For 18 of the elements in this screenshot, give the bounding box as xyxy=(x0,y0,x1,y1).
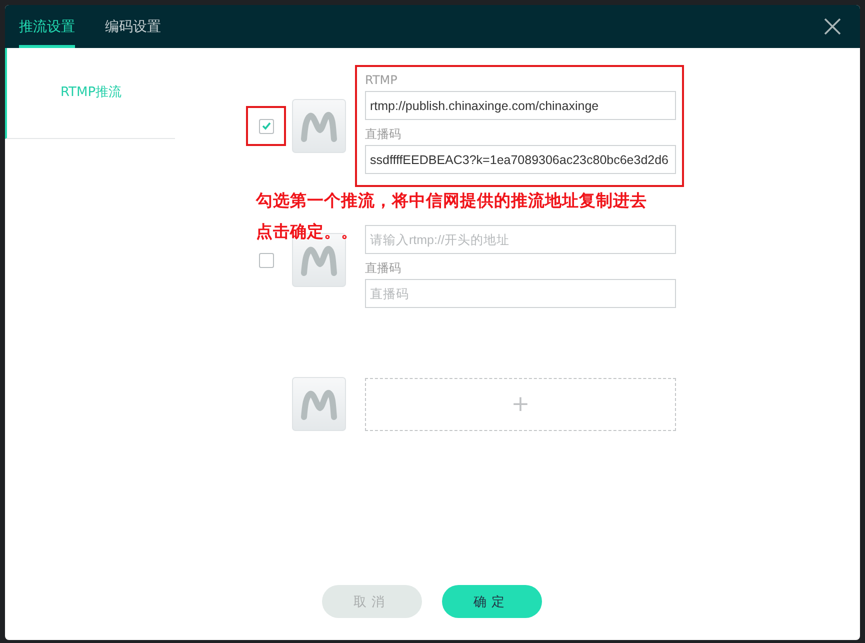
rtmp-url-field[interactable]: 请输入rtmp://开头的地址 xyxy=(365,225,676,254)
checkbox[interactable] xyxy=(258,118,274,134)
checkbox[interactable] xyxy=(258,252,274,268)
field-label: 直播码 xyxy=(365,126,402,143)
close-icon[interactable] xyxy=(823,17,842,36)
confirm-button[interactable]: 确定 xyxy=(442,585,542,618)
stream-key-field[interactable]: ssdffffEEDBEAC3?k=1ea7089306ac23c80bc6e3d2d6 xyxy=(365,145,676,174)
m-logo-icon xyxy=(292,99,346,153)
field-label: RTMP xyxy=(365,72,398,89)
check-icon xyxy=(262,122,270,130)
stream-key-field[interactable]: 直播码 xyxy=(365,279,676,308)
field-label: 直播码 xyxy=(365,260,402,277)
m-logo-icon xyxy=(292,377,346,431)
tab[interactable]: 编码设置 xyxy=(105,5,161,48)
rtmp-url-field[interactable]: rtmp://publish.chinaxinge.com/chinaxinge xyxy=(365,91,676,120)
annotation-text: 点击确定。。 xyxy=(256,221,358,243)
annotation-text: 勾选第一个推流，将中信网提供的推流地址复制进去 xyxy=(256,190,647,212)
tab[interactable]: 推流设置 xyxy=(19,5,75,48)
